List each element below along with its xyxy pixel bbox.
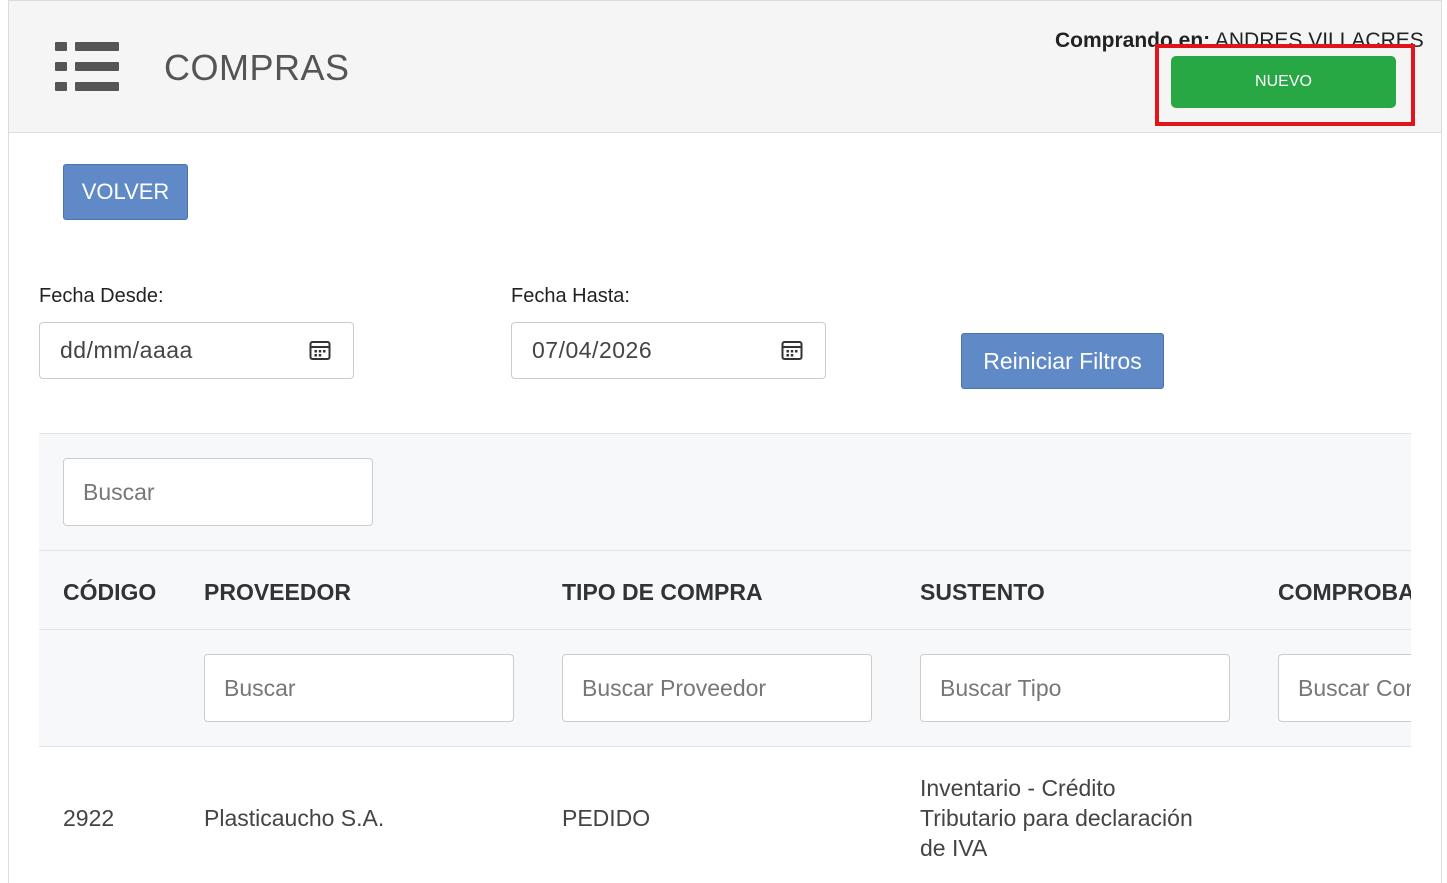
calendar-icon[interactable] bbox=[309, 339, 331, 361]
search-comprobante-input[interactable]: Buscar Con bbox=[1278, 654, 1411, 722]
column-header-tipo[interactable]: TIPO DE COMPRA bbox=[562, 579, 763, 606]
column-header-codigo[interactable]: CÓDIGO bbox=[63, 579, 156, 606]
cell-sustento-line: Tributario para declaración bbox=[920, 805, 1193, 831]
table-search-bar: Buscar bbox=[39, 433, 1411, 551]
cell-sustento-line: Inventario - Crédito bbox=[920, 775, 1116, 801]
date-to-label: Fecha Hasta: bbox=[511, 285, 630, 307]
buyer-label: Comprando en: bbox=[1055, 29, 1211, 52]
purchases-table: Buscar CÓDIGO PROVEEDOR TIPO DE COMPRA S… bbox=[39, 433, 1411, 883]
column-header-comprobante[interactable]: COMPROBA bbox=[1278, 579, 1411, 606]
cell-tipo: PEDIDO bbox=[562, 805, 651, 831]
search-tipo-input[interactable]: Buscar Proveedor bbox=[562, 654, 872, 722]
search-proveedor-input[interactable]: Buscar bbox=[204, 654, 514, 722]
date-from-label: Fecha Desde: bbox=[39, 285, 164, 307]
reset-filters-button[interactable]: Reiniciar Filtros bbox=[961, 333, 1164, 389]
new-button[interactable]: NUEVO bbox=[1171, 56, 1396, 108]
table-header-row: CÓDIGO PROVEEDOR TIPO DE COMPRA SUSTENTO… bbox=[39, 551, 1411, 630]
search-sustento-input[interactable]: Buscar Tipo bbox=[920, 654, 1230, 722]
buyer-name: ANDRES VILLACRES bbox=[1214, 29, 1424, 52]
cell-sustento-line: de IVA bbox=[920, 835, 988, 861]
date-to-value: 07/04/2026 bbox=[532, 337, 653, 363]
page-header: COMPRAS Comprando en: ANDRES VILLACRES N… bbox=[9, 1, 1441, 133]
date-from-input[interactable]: dd/mm/aaaa bbox=[39, 322, 354, 379]
search-comprobante-placeholder: Buscar Con bbox=[1298, 674, 1411, 701]
global-search-input[interactable]: Buscar bbox=[63, 458, 373, 526]
list-menu-icon[interactable] bbox=[55, 42, 119, 92]
table-header: CÓDIGO PROVEEDOR TIPO DE COMPRA SUSTENTO… bbox=[39, 551, 1411, 747]
column-header-proveedor[interactable]: PROVEEDOR bbox=[204, 579, 351, 606]
date-to-input[interactable]: 07/04/2026 bbox=[511, 322, 826, 379]
back-button[interactable]: VOLVER bbox=[63, 164, 188, 220]
global-search-placeholder: Buscar bbox=[83, 478, 155, 505]
search-sustento-placeholder: Buscar Tipo bbox=[940, 674, 1062, 701]
date-from-value: dd/mm/aaaa bbox=[60, 337, 193, 363]
buyer-info: Comprando en: ANDRES VILLACRES bbox=[1055, 29, 1424, 53]
calendar-icon[interactable] bbox=[781, 339, 803, 361]
column-header-sustento[interactable]: SUSTENTO bbox=[920, 579, 1045, 606]
page-title: COMPRAS bbox=[164, 47, 350, 88]
search-tipo-placeholder: Buscar Proveedor bbox=[582, 674, 767, 701]
cell-proveedor: Plasticaucho S.A. bbox=[204, 805, 385, 831]
cell-sustento: Inventario - Crédito Tributario para dec… bbox=[920, 773, 1230, 863]
search-proveedor-placeholder: Buscar bbox=[224, 674, 296, 701]
cell-codigo: 2922 bbox=[63, 805, 115, 831]
app-frame: COMPRAS Comprando en: ANDRES VILLACRES N… bbox=[8, 0, 1442, 883]
